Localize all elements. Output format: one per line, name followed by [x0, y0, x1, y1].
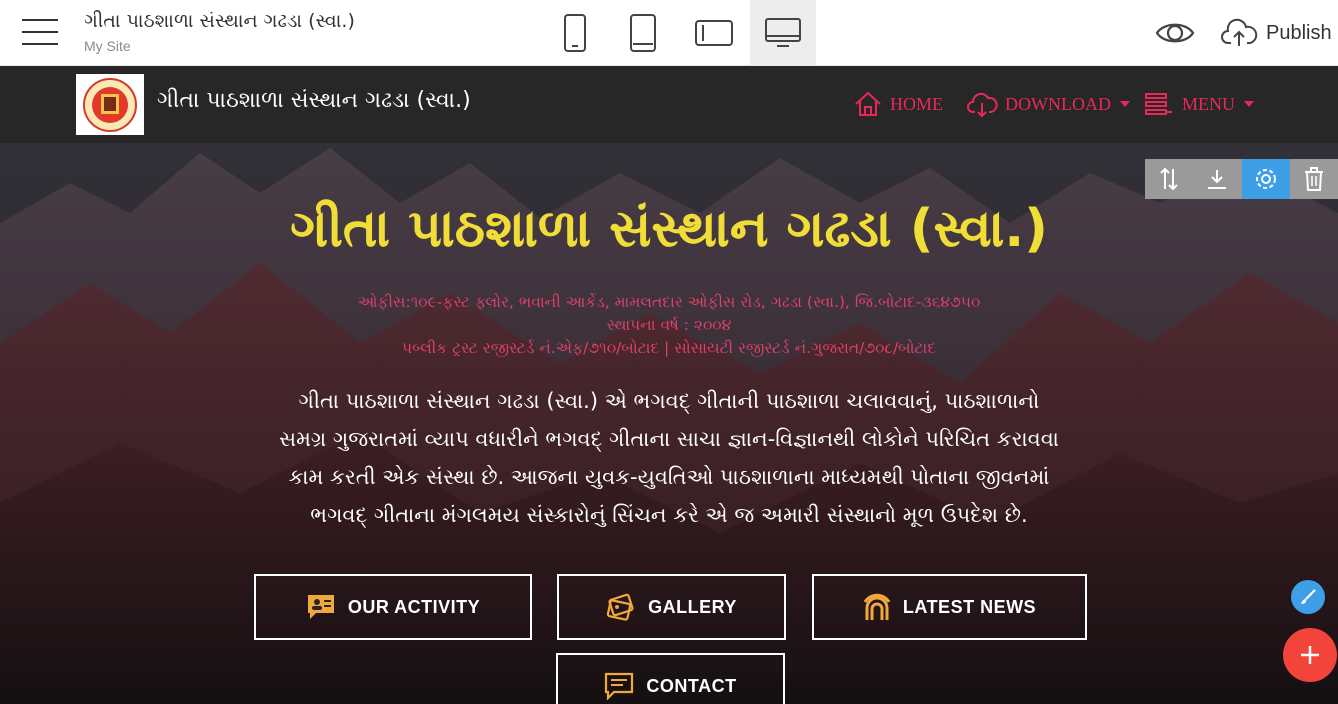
- latest-news-label: LATEST NEWS: [902, 596, 1037, 617]
- contact-button[interactable]: CONTACT: [556, 653, 785, 704]
- hero-description-line: કામ કરતી એક સંસ્થા છે. આજના યુવક-યુવતિઓ …: [288, 465, 1050, 489]
- gallery-label: GALLERY: [648, 596, 737, 617]
- nav-download-label: DOWNLOAD: [1005, 93, 1111, 114]
- block-settings-button[interactable]: [1241, 159, 1290, 199]
- hero-title: ગીતા પાઠશાળા સંસ્થાન ગઢડા (સ્વા.): [290, 199, 1048, 259]
- hamburger-menu-icon[interactable]: [22, 17, 58, 47]
- publish-label: Publish: [1266, 21, 1332, 44]
- chevron-down-icon: [1119, 101, 1130, 107]
- hero-description-line: સમગ્ર ગુજરાતમાં વ્યાપ વધારીને ભગવદ્ ગીતા…: [279, 427, 1059, 451]
- hero-description-line: ભગવદ્ ગીતાના મંગલમય સંસ્કારોનું સિંચન કર…: [310, 503, 1028, 527]
- chat-icon: [605, 672, 634, 700]
- settings-icon: [1255, 169, 1276, 189]
- latest-news-button[interactable]: LATEST NEWS: [812, 574, 1087, 640]
- hero-section: ગીતા પાઠશાળા સંસ્થાન ગઢડા (સ્વા.) ઓફીસ:૧…: [0, 143, 1338, 704]
- tablet-landscape-icon: [695, 20, 733, 46]
- site-logo[interactable]: [76, 74, 144, 135]
- home-icon: [855, 91, 881, 116]
- brush-icon: [1301, 589, 1316, 604]
- chevron-down-icon: [1244, 101, 1254, 107]
- add-block-button[interactable]: [1283, 628, 1337, 682]
- publish-button[interactable]: Publish: [1220, 16, 1332, 50]
- preview-eye-icon[interactable]: [1154, 16, 1196, 50]
- nav-menu-label: MENU: [1182, 93, 1235, 114]
- navbar-brand[interactable]: ગીતા પાઠશાળા સંસ્થાન ગઢડા (સ્વા.): [157, 88, 471, 113]
- site-navbar: ગીતા પાઠશાળા સંસ્થાન ગઢડા (સ્વા.) HOME D…: [0, 66, 1338, 143]
- hero-description-line: ગીતા પાઠશાળા સંસ્થાન ગઢડા (સ્વા.) એ ભગવદ…: [298, 389, 1040, 413]
- activity-icon: [307, 595, 334, 619]
- menu-icon: [1145, 93, 1172, 115]
- gallery-button[interactable]: GALLERY: [557, 574, 786, 640]
- delete-block-button[interactable]: [1290, 159, 1338, 199]
- site-title: ગીતા પાઠશાળા સંસ્થાન ગઢડા (સ્વા.): [84, 10, 355, 32]
- nav-home-label: HOME: [890, 93, 943, 114]
- move-icon: [1160, 167, 1178, 191]
- nav-download[interactable]: DOWNLOAD: [966, 90, 1130, 118]
- move-block-button[interactable]: [1145, 159, 1193, 199]
- nav-menu[interactable]: MENU: [1143, 90, 1254, 118]
- site-subtitle: My Site: [84, 38, 131, 54]
- site-styles-button[interactable]: [1291, 580, 1325, 614]
- editor-toolbar: ગીતા પાઠશાળા સંસ્થાન ગઢડા (સ્વા.) My Sit…: [0, 0, 1338, 66]
- hero-established: સ્થાપના વર્ષ : ૨૦૦૪: [606, 316, 732, 334]
- phone-icon: [564, 14, 586, 52]
- save-block-button[interactable]: [1193, 159, 1241, 199]
- trash-icon: [1304, 167, 1323, 191]
- contact-label: CONTACT: [646, 675, 737, 696]
- our-activity-button[interactable]: OUR ACTIVITY: [254, 574, 532, 640]
- hero-registration: પબ્લીક ટ્રસ્ટ રજીસ્ટર્ડ નં.એફ/૭૧૦/બોટાદ …: [402, 339, 936, 357]
- tablet-icon: [630, 14, 656, 52]
- plus-icon: [1301, 646, 1319, 664]
- mobile-view-button[interactable]: [542, 0, 608, 66]
- hero-address: ઓફીસ:૧૦૯-ફસ્ટ ફ્લોર, ભવાની આર્કેડ, મામલત…: [357, 293, 981, 311]
- our-activity-label: OUR ACTIVITY: [347, 596, 481, 617]
- cloud-download-icon: [967, 92, 998, 118]
- desktop-view-button[interactable]: [750, 0, 816, 66]
- tablet-landscape-view-button[interactable]: [681, 0, 747, 66]
- block-toolbar: [1145, 159, 1338, 199]
- rss-icon: [863, 593, 891, 620]
- nav-home[interactable]: HOME: [853, 90, 943, 118]
- cloud-upload-icon: [1221, 18, 1258, 46]
- desktop-icon: [765, 18, 801, 47]
- download-icon: [1208, 170, 1227, 189]
- tablet-view-button[interactable]: [610, 0, 676, 66]
- gallery-icon: [606, 593, 634, 621]
